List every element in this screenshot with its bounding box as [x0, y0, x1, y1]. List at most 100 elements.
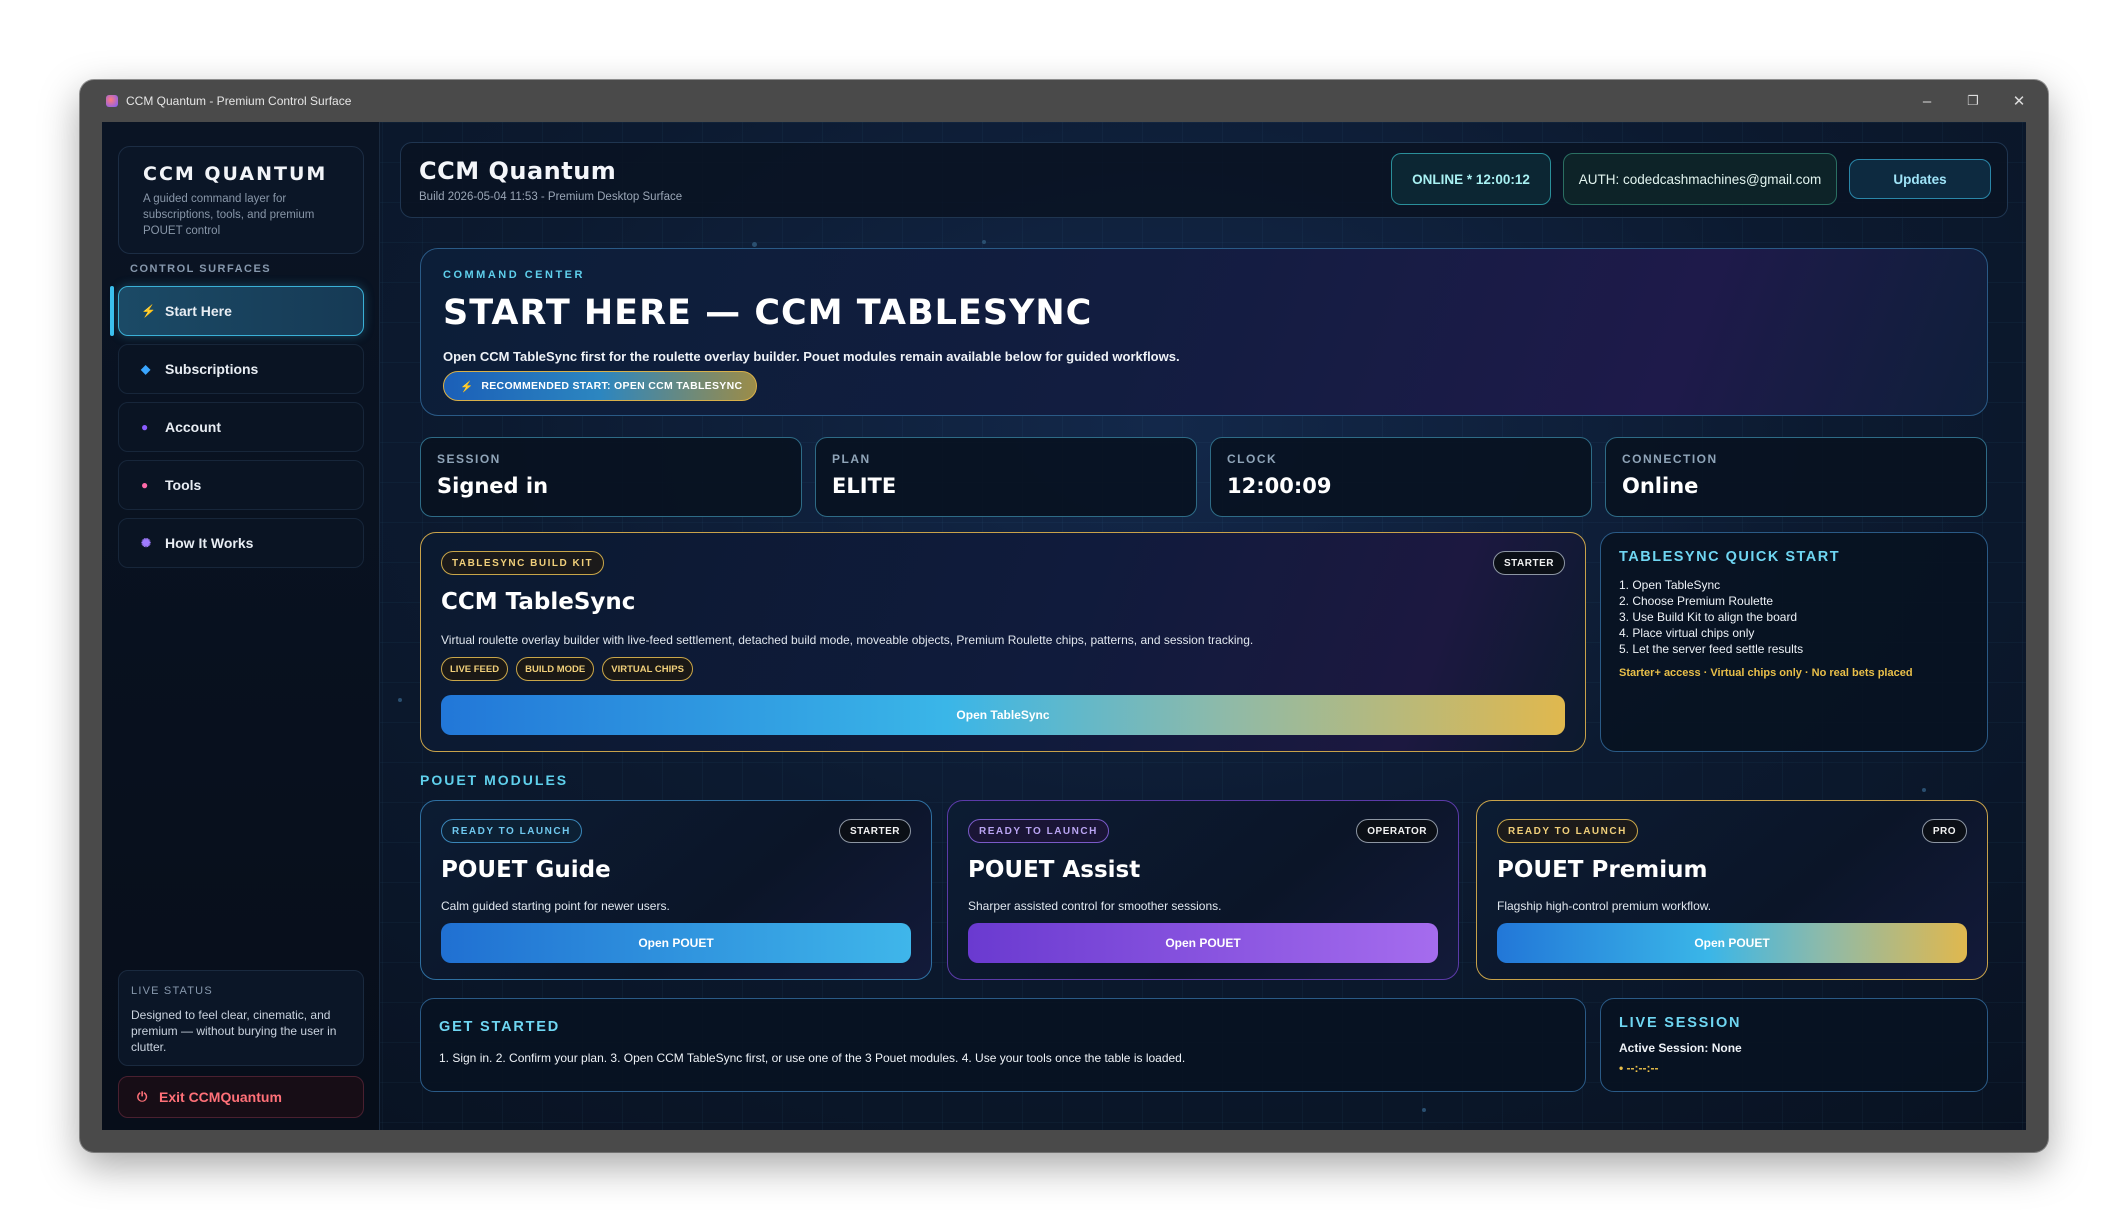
auth-pill: AUTH: codedcashmachines@gmail.com	[1563, 153, 1837, 205]
list-item: 5. Let the server feed settle results	[1619, 642, 1804, 656]
window-title: CCM Quantum - Premium Control Surface	[126, 94, 352, 108]
app-client-area: CCM QUANTUM A guided command layer for s…	[102, 122, 2026, 1130]
get-started-description: 1. Sign in. 2. Confirm your plan. 3. Ope…	[439, 1051, 1186, 1065]
sidebar-item-label: Tools	[165, 477, 202, 493]
brand-card: CCM QUANTUM A guided command layer for s…	[118, 146, 364, 254]
tablesync-title: CCM TableSync	[441, 589, 636, 615]
live-status-panel: LIVE STATUS Designed to feel clear, cine…	[118, 970, 364, 1066]
active-session-text: Active Session: None	[1619, 1041, 1742, 1055]
exit-button-label: Exit CCMQuantum	[159, 1089, 282, 1105]
live-status-text: Designed to feel clear, cinematic, and p…	[131, 1008, 337, 1054]
recommended-start-button[interactable]: ⚡ RECOMMENDED START: OPEN CCM TABLESYNC	[443, 371, 757, 401]
stat-key: PLAN	[832, 452, 871, 466]
updates-button[interactable]: Updates	[1849, 159, 1991, 199]
diamond-icon: ◆	[141, 362, 151, 376]
page-title: CCM Quantum	[419, 157, 617, 185]
live-status-label: LIVE STATUS	[131, 985, 213, 997]
maximize-button[interactable]: ❐	[1950, 80, 1996, 122]
stat-clock: CLOCK 12:00:09	[1210, 437, 1592, 517]
stat-value: Online	[1622, 474, 1699, 498]
module-status-tag: READY TO LAUNCH	[968, 819, 1109, 843]
list-item: 3. Use Build Kit to align the board	[1619, 610, 1798, 624]
brand-title: CCM QUANTUM	[143, 163, 328, 185]
control-surfaces-label: CONTROL SURFACES	[130, 263, 272, 275]
brand-description: A guided command layer for subscriptions…	[143, 193, 315, 237]
module-description: Sharper assisted control for smoother se…	[968, 899, 1222, 913]
live-session-title: LIVE SESSION	[1619, 1015, 1742, 1031]
open-pouet-premium-button[interactable]: Open POUET	[1497, 923, 1967, 963]
get-started-title: GET STARTED	[439, 1019, 561, 1035]
open-pouet-guide-button[interactable]: Open POUET	[441, 923, 911, 963]
hero-description: Open CCM TableSync first for the roulett…	[443, 349, 1180, 364]
stat-session: SESSION Signed in	[420, 437, 802, 517]
module-status-tag: READY TO LAUNCH	[441, 819, 582, 843]
stat-key: CLOCK	[1227, 452, 1278, 466]
bolt-icon: ⚡	[141, 304, 156, 318]
module-description: Calm guided starting point for newer use…	[441, 899, 670, 913]
user-icon: ●	[141, 420, 149, 434]
quick-start-card: TABLESYNC QUICK START 1. Open TableSync …	[1600, 532, 1988, 752]
sidebar-item-account[interactable]: ● Account	[118, 402, 364, 452]
sidebar-item-label: Account	[165, 419, 221, 435]
sidebar-item-label: Start Here	[165, 303, 232, 319]
tier-badge: PRO	[1921, 819, 1967, 843]
stat-value: ELITE	[832, 474, 897, 498]
close-button[interactable]: ✕	[1996, 80, 2042, 122]
online-status-pill: ONLINE * 12:00:12	[1391, 153, 1551, 205]
stat-value: Signed in	[437, 474, 549, 498]
quick-start-steps: 1. Open TableSync 2. Choose Premium Roul…	[1619, 577, 1969, 657]
sidebar-item-subscriptions[interactable]: ◆ Subscriptions	[118, 344, 364, 394]
app-icon	[106, 95, 118, 107]
feature-tags: LIVE FEED BUILD MODE VIRTUAL CHIPS	[441, 657, 693, 681]
module-title: POUET Premium	[1497, 857, 1708, 883]
sparkle-icon: ✺	[141, 536, 152, 550]
feature-tag: BUILD MODE	[516, 657, 595, 681]
tier-badge: OPERATOR	[1356, 819, 1438, 843]
sidebar-item-start-here[interactable]: ⚡ Start Here	[118, 286, 364, 336]
sidebar: CCM QUANTUM A guided command layer for s…	[102, 122, 380, 1130]
app-window: CCM Quantum - Premium Control Surface – …	[80, 80, 2048, 1152]
module-description: Flagship high-control premium workflow.	[1497, 899, 1712, 913]
stat-plan: PLAN ELITE	[815, 437, 1197, 517]
module-title: POUET Assist	[968, 857, 1141, 883]
module-card-guide: READY TO LAUNCH STARTER POUET Guide Calm…	[420, 800, 932, 980]
sidebar-item-label: Subscriptions	[165, 361, 259, 377]
open-pouet-assist-button[interactable]: Open POUET	[968, 923, 1438, 963]
session-timer: • --:--:--	[1619, 1061, 1659, 1075]
title-bar[interactable]: CCM Quantum - Premium Control Surface – …	[80, 80, 2048, 122]
list-item: 2. Choose Premium Roulette	[1619, 594, 1774, 608]
tier-badge: STARTER	[839, 819, 911, 843]
sidebar-item-label: How It Works	[165, 535, 254, 551]
power-icon: ⏻	[137, 1089, 148, 1104]
tablesync-card: TABLESYNC BUILD KIT STARTER CCM TableSyn…	[420, 532, 1586, 752]
sidebar-item-tools[interactable]: ● Tools	[118, 460, 364, 510]
header-bar: CCM Quantum Build 2026-05-04 11:53 - Pre…	[400, 142, 2008, 218]
bolt-icon: ⚡	[460, 380, 474, 393]
tablesync-build-kit-tag: TABLESYNC BUILD KIT	[441, 551, 605, 575]
hero-title: START HERE — CCM TABLESYNC	[443, 293, 1093, 333]
list-item: 4. Place virtual chips only	[1619, 626, 1755, 640]
tier-badge: STARTER	[1493, 551, 1565, 575]
minimize-button[interactable]: –	[1904, 80, 1950, 122]
pouet-modules-title: POUET MODULES	[420, 772, 569, 788]
list-item: 1. Open TableSync	[1619, 578, 1721, 592]
stat-key: SESSION	[437, 452, 501, 466]
brain-icon: ●	[141, 478, 149, 492]
stat-value: 12:00:09	[1227, 474, 1332, 498]
module-card-assist: READY TO LAUNCH OPERATOR POUET Assist Sh…	[947, 800, 1459, 980]
build-subtitle: Build 2026-05-04 11:53 - Premium Desktop…	[419, 191, 683, 203]
module-status-tag: READY TO LAUNCH	[1497, 819, 1638, 843]
quick-start-title: TABLESYNC QUICK START	[1619, 549, 1841, 565]
command-center-hero: COMMAND CENTER START HERE — CCM TABLESYN…	[420, 248, 1988, 416]
feature-tag: LIVE FEED	[441, 657, 509, 681]
exit-button[interactable]: ⏻ Exit CCMQuantum	[118, 1076, 364, 1118]
active-nav-indicator	[110, 286, 114, 336]
recommended-start-label: RECOMMENDED START: OPEN CCM TABLESYNC	[481, 380, 743, 392]
tablesync-description: Virtual roulette overlay builder with li…	[441, 633, 1254, 647]
module-card-premium: READY TO LAUNCH PRO POUET Premium Flagsh…	[1476, 800, 1988, 980]
module-title: POUET Guide	[441, 857, 611, 883]
stat-connection: CONNECTION Online	[1605, 437, 1987, 517]
stat-key: CONNECTION	[1622, 452, 1718, 466]
open-tablesync-button[interactable]: Open TableSync	[441, 695, 1565, 735]
sidebar-item-how-it-works[interactable]: ✺ How It Works	[118, 518, 364, 568]
